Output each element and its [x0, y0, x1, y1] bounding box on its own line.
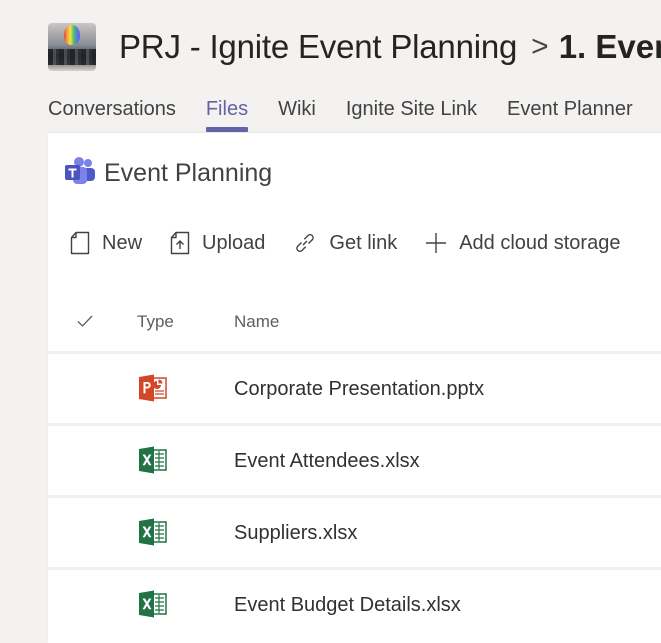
avatar-balloon-graphic: [64, 25, 80, 45]
tab-files[interactable]: Files: [205, 98, 249, 132]
avatar-crowd-graphic: [48, 49, 96, 65]
tab-wiki[interactable]: Wiki: [278, 98, 316, 129]
column-header-type[interactable]: Type: [137, 312, 174, 332]
upload-icon: [170, 231, 190, 255]
upload-label: Upload: [202, 231, 266, 254]
tab-ignite-site-link[interactable]: Ignite Site Link: [346, 98, 477, 129]
excel-file-icon: [138, 446, 168, 479]
tab-event-planner[interactable]: Event Planner: [507, 98, 633, 129]
tab-conversations[interactable]: Conversations: [48, 98, 176, 129]
teams-icon: [64, 157, 96, 190]
file-row[interactable]: Event Attendees.xlsx: [48, 423, 661, 495]
excel-file-icon: [138, 518, 168, 551]
channel-tabs: Conversations Files Wiki Ignite Site Lin…: [48, 98, 661, 132]
add-cloud-storage-label: Add cloud storage: [459, 231, 621, 254]
upload-button[interactable]: Upload: [170, 231, 265, 255]
file-name[interactable]: Suppliers.xlsx: [234, 522, 357, 545]
file-name[interactable]: Corporate Presentation.pptx: [234, 378, 484, 401]
files-toolbar: New Upload Get link Add cloud storage: [70, 231, 648, 255]
excel-file-icon: [138, 590, 168, 623]
file-row[interactable]: Corporate Presentation.pptx: [48, 351, 661, 423]
file-row[interactable]: Event Budget Details.xlsx: [48, 567, 661, 639]
new-button[interactable]: New: [70, 231, 142, 255]
library-title: Event Planning: [64, 157, 272, 190]
file-list: Corporate Presentation.pptx Event Attend…: [48, 351, 661, 639]
team-name[interactable]: PRJ - Ignite Event Planning: [119, 28, 517, 66]
file-row[interactable]: Suppliers.xlsx: [48, 495, 661, 567]
column-header-name[interactable]: Name: [234, 312, 279, 332]
add-cloud-storage-button[interactable]: Add cloud storage: [425, 232, 620, 255]
file-name[interactable]: Event Attendees.xlsx: [234, 450, 420, 473]
plus-icon: [426, 233, 447, 253]
get-link-label: Get link: [329, 231, 398, 254]
file-name[interactable]: Event Budget Details.xlsx: [234, 594, 461, 617]
team-avatar[interactable]: [48, 23, 96, 71]
file-list-header: Type Name: [48, 298, 661, 353]
powerpoint-file-icon: [138, 374, 168, 407]
library-name: Event Planning: [104, 159, 273, 187]
get-link-button[interactable]: Get link: [293, 231, 397, 255]
files-panel: Event Planning New Upload Get link Add c…: [48, 133, 661, 643]
new-file-icon: [70, 231, 90, 255]
breadcrumb-chevron-icon: >: [531, 30, 549, 63]
link-icon: [296, 234, 315, 252]
new-label: New: [102, 231, 143, 254]
channel-header: PRJ - Ignite Event Planning > 1. Event P…: [48, 23, 661, 71]
select-all-checkmark-icon[interactable]: [76, 312, 94, 335]
channel-name: 1. Event Planning: [558, 28, 661, 65]
